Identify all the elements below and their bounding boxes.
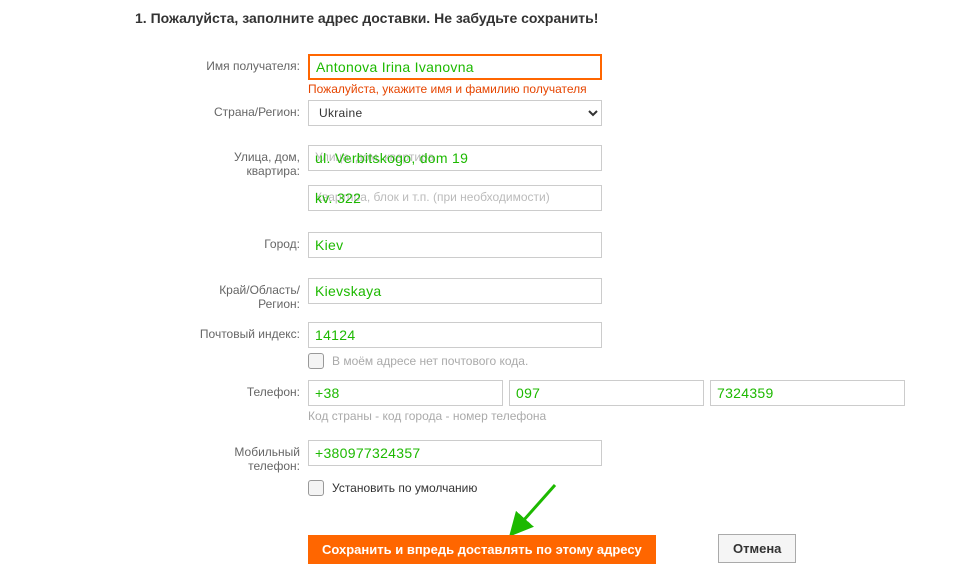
recipient-validation: Пожалуйста, укажите имя и фамилию получа… [308, 82, 602, 96]
phone-hint: Код страны - код города - номер телефона [308, 409, 905, 423]
mobile-input[interactable] [308, 440, 602, 466]
region-label: Край/Область/Регион: [190, 278, 300, 311]
form-heading: 1. Пожалуйста, заполните адрес доставки.… [135, 10, 598, 26]
recipient-label: Имя получателя: [190, 54, 300, 73]
street2-spacer [190, 185, 300, 190]
phone-number-input[interactable] [710, 380, 905, 406]
mobile-label: Мобильный телефон: [190, 440, 300, 473]
recipient-input[interactable] [308, 54, 602, 80]
save-button[interactable]: Сохранить и впредь доставлять по этому а… [308, 535, 656, 564]
postcode-label: Почтовый индекс: [190, 322, 300, 341]
region-input[interactable] [308, 278, 602, 304]
country-select[interactable]: Ukraine [308, 100, 602, 126]
street2-input[interactable] [308, 185, 602, 211]
phone-area-code-input[interactable] [509, 380, 704, 406]
postcode-input[interactable] [308, 322, 602, 348]
phone-label: Телефон: [190, 380, 300, 399]
phone-country-code-input[interactable] [308, 380, 503, 406]
street-input[interactable] [308, 145, 602, 171]
cancel-button[interactable]: Отмена [718, 534, 796, 563]
street-label: Улица, дом, квартира: [190, 145, 300, 178]
city-input[interactable] [308, 232, 602, 258]
no-postcode-label: В моём адресе нет почтового кода. [332, 354, 528, 368]
no-postcode-checkbox[interactable] [308, 353, 324, 369]
arrow-icon [505, 480, 565, 540]
country-label: Страна/Регион: [190, 100, 300, 119]
city-label: Город: [190, 232, 300, 251]
set-default-checkbox[interactable] [308, 480, 324, 496]
set-default-label: Установить по умолчанию [332, 481, 477, 495]
